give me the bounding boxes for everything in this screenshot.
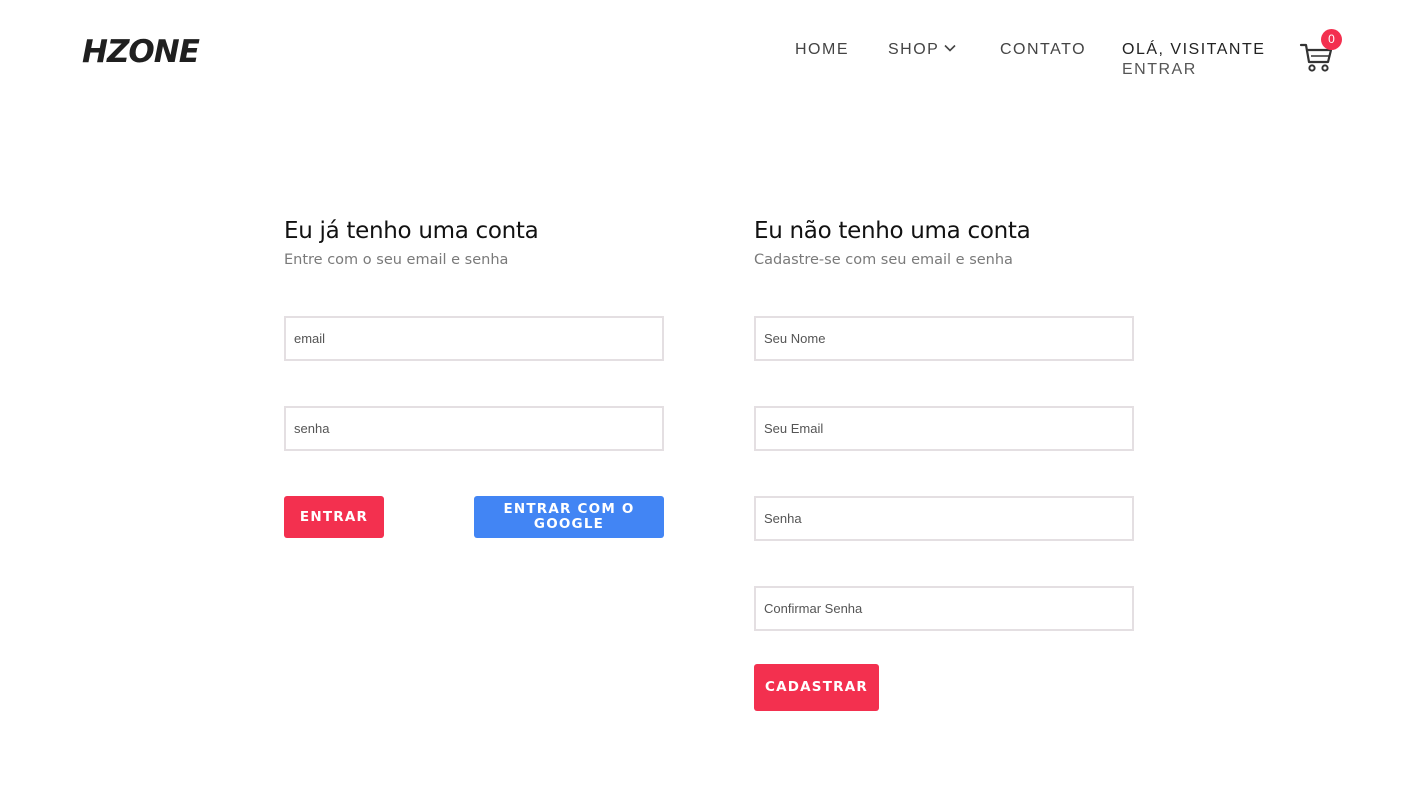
register-name-input[interactable] (754, 316, 1134, 361)
nav-shop-label: SHOP (888, 41, 940, 58)
register-title: Eu não tenho uma conta (754, 218, 1031, 244)
login-email-input[interactable] (284, 316, 664, 361)
login-title: Eu já tenho uma conta (284, 218, 539, 244)
chevron-down-icon (944, 45, 956, 52)
greeting-text: OLÁ, VISITANTE (1122, 41, 1266, 58)
login-subtitle: Entre com o seu email e senha (284, 252, 509, 268)
nav-shop[interactable]: SHOP (888, 40, 957, 60)
register-section: Eu não tenho uma conta Cadastre-se com s… (754, 215, 1134, 711)
login-button[interactable]: ENTRAR (284, 496, 384, 538)
login-link[interactable]: ENTRAR (1122, 60, 1197, 80)
register-email-input[interactable] (754, 406, 1134, 451)
logo[interactable]: HZONE (82, 33, 200, 71)
site-header: HZONE HOME SHOP CONTATO OLÁ, VISITANTE E… (0, 0, 1416, 100)
register-subtitle: Cadastre-se com seu email e senha (754, 252, 1013, 268)
register-confirm-password-input[interactable] (754, 586, 1134, 631)
nav-home[interactable]: HOME (795, 40, 849, 60)
google-login-button[interactable]: ENTRAR COM O GOOGLE (474, 496, 664, 538)
register-password-input[interactable] (754, 496, 1134, 541)
cart-count-badge: 0 (1321, 29, 1342, 50)
login-section: Eu já tenho uma conta Entre com o seu em… (284, 215, 664, 538)
nav-contato[interactable]: CONTATO (1000, 40, 1086, 60)
login-password-input[interactable] (284, 406, 664, 451)
register-button[interactable]: CADASTRAR (754, 664, 879, 711)
